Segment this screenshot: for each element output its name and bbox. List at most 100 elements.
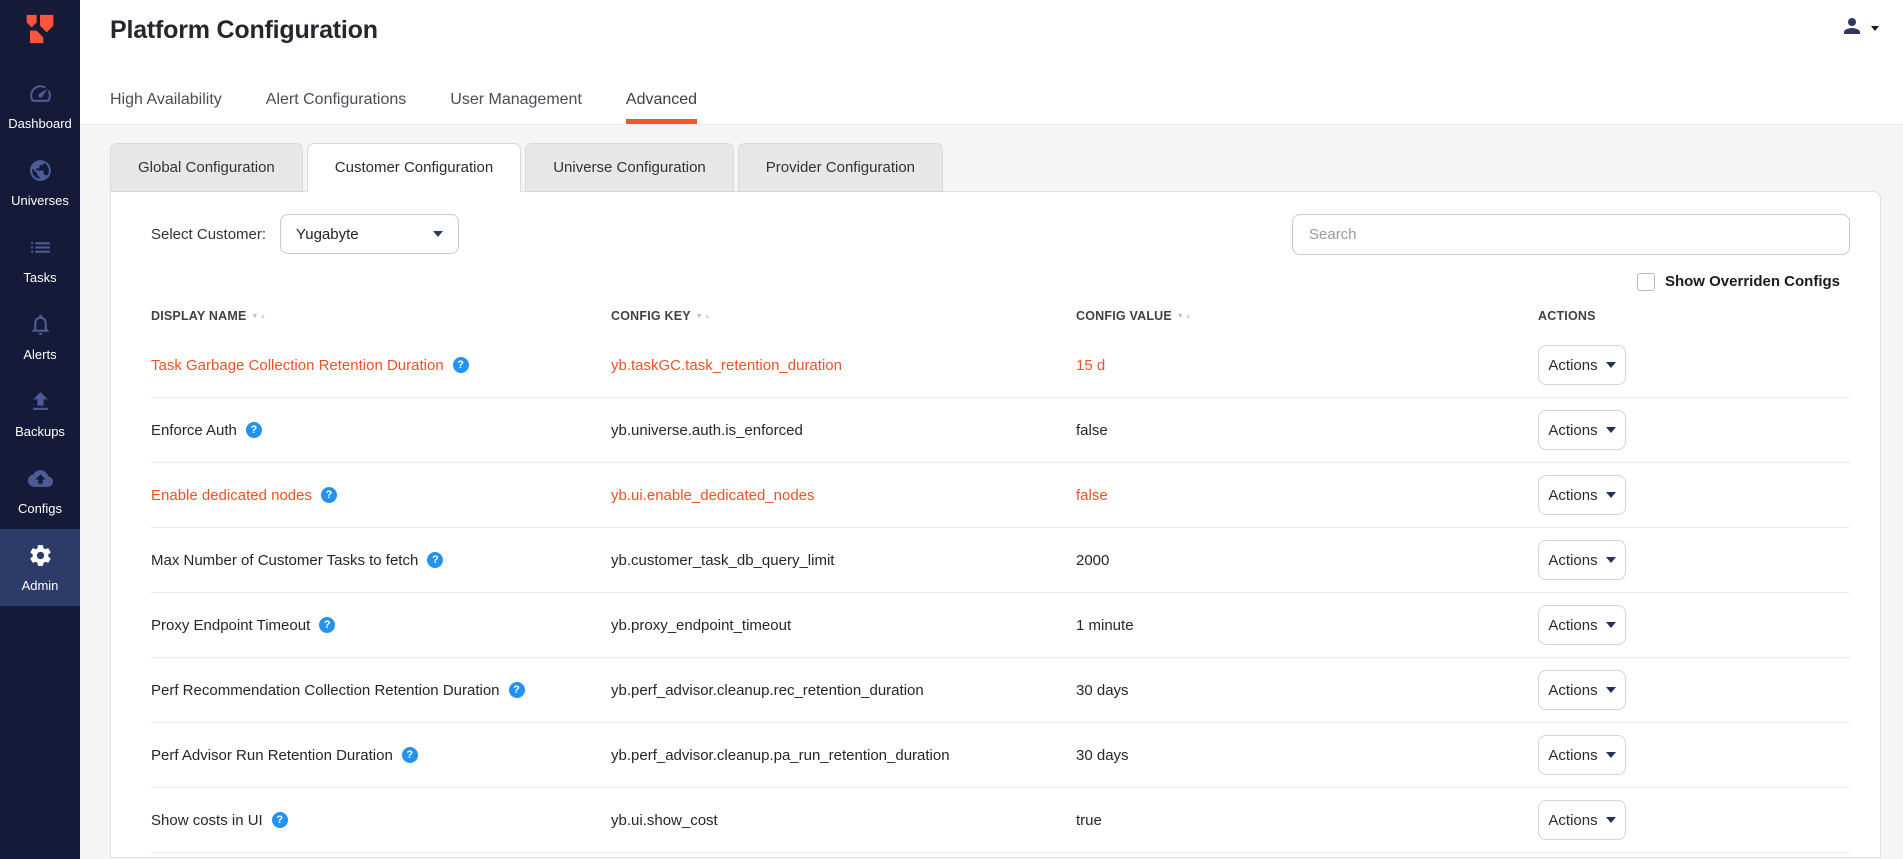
actions-cell: Actions [1538, 410, 1850, 450]
actions-button[interactable]: Actions [1538, 605, 1626, 645]
search-input[interactable] [1292, 213, 1850, 255]
sort-icon[interactable]: ▼▲ [251, 313, 267, 320]
config-value: true [1076, 811, 1102, 829]
sidebar-item-label: Alerts [23, 346, 57, 362]
question-mark-icon[interactable]: ? [320, 487, 337, 503]
sidebar-item-label: Admin [21, 577, 59, 593]
nav-tabs: High Availability Alert Configurations Use… [110, 91, 698, 124]
actions-cell: Actions [1538, 540, 1850, 580]
config-value-cell: 15 d [1076, 357, 1538, 374]
chevron-down-icon [1605, 817, 1616, 823]
config-key: yb.perf_advisor.cleanup.pa_run_retention… [611, 746, 950, 764]
actions-cell: Actions [1538, 800, 1850, 840]
sidebar-item-label: Universes [11, 192, 69, 208]
table-header-row: DISPLAY NAME ▼▲ CONFIG KEY ▼▲ CONFIG VALUE ▼▲… [151, 299, 1850, 333]
sidebar-item-backups[interactable]: Backups [0, 375, 80, 452]
actions-button-label: Actions [1548, 356, 1598, 374]
sidebar-item-admin[interactable]: Admin [0, 529, 80, 606]
table-row: Proxy Endpoint Timeout? yb.proxy_endpoint… [151, 593, 1850, 658]
user-menu[interactable] [1840, 14, 1879, 43]
column-header-label: ACTIONS [1538, 309, 1596, 323]
select-customer-label: Select Customer: [151, 225, 267, 243]
config-key: yb.proxy_endpoint_timeout [611, 616, 792, 634]
actions-button-label: Actions [1548, 486, 1598, 504]
controls-row: Select Customer: Yugabyte [151, 213, 1850, 255]
sort-icon[interactable]: ▼▲ [1177, 313, 1193, 320]
customer-select[interactable]: Yugabyte [280, 214, 460, 254]
sidebar-item-label: Backups [15, 423, 65, 439]
actions-cell: Actions [1538, 345, 1850, 385]
chevron-down-icon [1605, 622, 1616, 628]
sidebar-item-tasks[interactable]: Tasks [0, 221, 80, 298]
actions-button[interactable]: Actions [1538, 800, 1626, 840]
sidebar-item-universes[interactable]: Universes [0, 144, 80, 221]
question-mark-icon[interactable]: ? [271, 812, 288, 828]
tab-high-availability[interactable]: High Availability [110, 91, 222, 124]
sidebar-item-label: Configs [17, 500, 63, 516]
display-name: Perf Recommendation Collection Retention… [151, 681, 500, 699]
column-header-label: CONFIG VALUE [1076, 309, 1172, 323]
table-row: Perf Recommendation Collection Retention… [151, 658, 1850, 723]
show-overridden-row: Show Overriden Configs [151, 272, 1850, 291]
subtab-universe-configuration[interactable]: Universe Configuration [525, 143, 734, 192]
config-value: false [1076, 421, 1108, 439]
subtab-global-configuration[interactable]: Global Configuration [110, 143, 303, 192]
config-key: yb.perf_advisor.cleanup.rec_retention_du… [611, 681, 924, 699]
actions-button-label: Actions [1548, 616, 1598, 634]
question-mark-icon[interactable]: ? [245, 422, 262, 438]
actions-button-label: Actions [1548, 811, 1598, 829]
subtab-provider-configuration[interactable]: Provider Configuration [737, 143, 944, 192]
question-mark-icon[interactable]: ? [401, 747, 418, 763]
question-mark-icon[interactable]: ? [319, 617, 336, 633]
show-overridden-label: Show Overriden Configs [1664, 273, 1840, 290]
table-row: Enforce Auth? yb.universe.auth.is_enforce… [151, 398, 1850, 463]
subtab-customer-configuration[interactable]: Customer Configuration [306, 143, 522, 192]
actions-button[interactable]: Actions [1538, 345, 1626, 385]
config-value-cell: 30 days [1076, 682, 1538, 699]
actions-button[interactable]: Actions [1538, 540, 1626, 580]
sidebar-item-configs[interactable]: Configs [0, 452, 80, 529]
tab-user-management[interactable]: User Management [450, 91, 582, 124]
page-title: Platform Configuration [110, 16, 378, 44]
sidebar-item-alerts[interactable]: Alerts [0, 298, 80, 375]
chevron-down-icon [1605, 687, 1616, 693]
actions-button-label: Actions [1548, 421, 1598, 439]
app-root: Dashboard Universes Tasks Alerts Backups Conf… [0, 0, 1903, 859]
actions-button[interactable]: Actions [1538, 410, 1626, 450]
tab-alert-configurations[interactable]: Alert Configurations [266, 91, 407, 124]
config-value-cell: 2000 [1076, 552, 1538, 569]
column-header-label: CONFIG KEY [611, 309, 691, 323]
config-value: 1 minute [1076, 616, 1134, 634]
display-name-cell: Show costs in UI? [151, 812, 611, 829]
person-icon [1840, 14, 1864, 43]
actions-cell: Actions [1538, 605, 1850, 645]
config-value: 15 d [1076, 356, 1106, 374]
globe-icon [28, 158, 53, 188]
column-header-config-value[interactable]: CONFIG VALUE ▼▲ [1076, 309, 1538, 323]
display-name: Enforce Auth [151, 421, 237, 439]
display-name: Max Number of Customer Tasks to fetch [151, 551, 419, 569]
yugabyte-logo-icon[interactable] [20, 9, 60, 49]
question-mark-icon[interactable]: ? [452, 357, 469, 373]
config-value: 30 days [1076, 746, 1129, 764]
sort-icon[interactable]: ▼▲ [696, 313, 712, 320]
tab-advanced[interactable]: Advanced [625, 91, 698, 124]
display-name-cell: Enforce Auth? [151, 422, 611, 439]
display-name-cell: Enable dedicated nodes? [151, 487, 611, 504]
actions-button[interactable]: Actions [1538, 475, 1626, 515]
actions-button[interactable]: Actions [1538, 735, 1626, 775]
actions-cell: Actions [1538, 670, 1850, 710]
config-key-cell: yb.universe.auth.is_enforced [611, 422, 1076, 439]
table-body: Task Garbage Collection Retention Durati… [151, 333, 1850, 853]
show-overridden-checkbox[interactable] [1636, 272, 1655, 291]
column-header-display-name[interactable]: DISPLAY NAME ▼▲ [151, 309, 611, 323]
config-value-cell: false [1076, 487, 1538, 504]
actions-cell: Actions [1538, 735, 1850, 775]
actions-button[interactable]: Actions [1538, 670, 1626, 710]
question-mark-icon[interactable]: ? [508, 682, 525, 698]
select-customer-wrap: Select Customer: Yugabyte [151, 214, 460, 254]
sidebar-item-dashboard[interactable]: Dashboard [0, 67, 80, 144]
question-mark-icon[interactable]: ? [427, 552, 444, 568]
config-value: false [1076, 486, 1108, 504]
column-header-config-key[interactable]: CONFIG KEY ▼▲ [611, 309, 1076, 323]
